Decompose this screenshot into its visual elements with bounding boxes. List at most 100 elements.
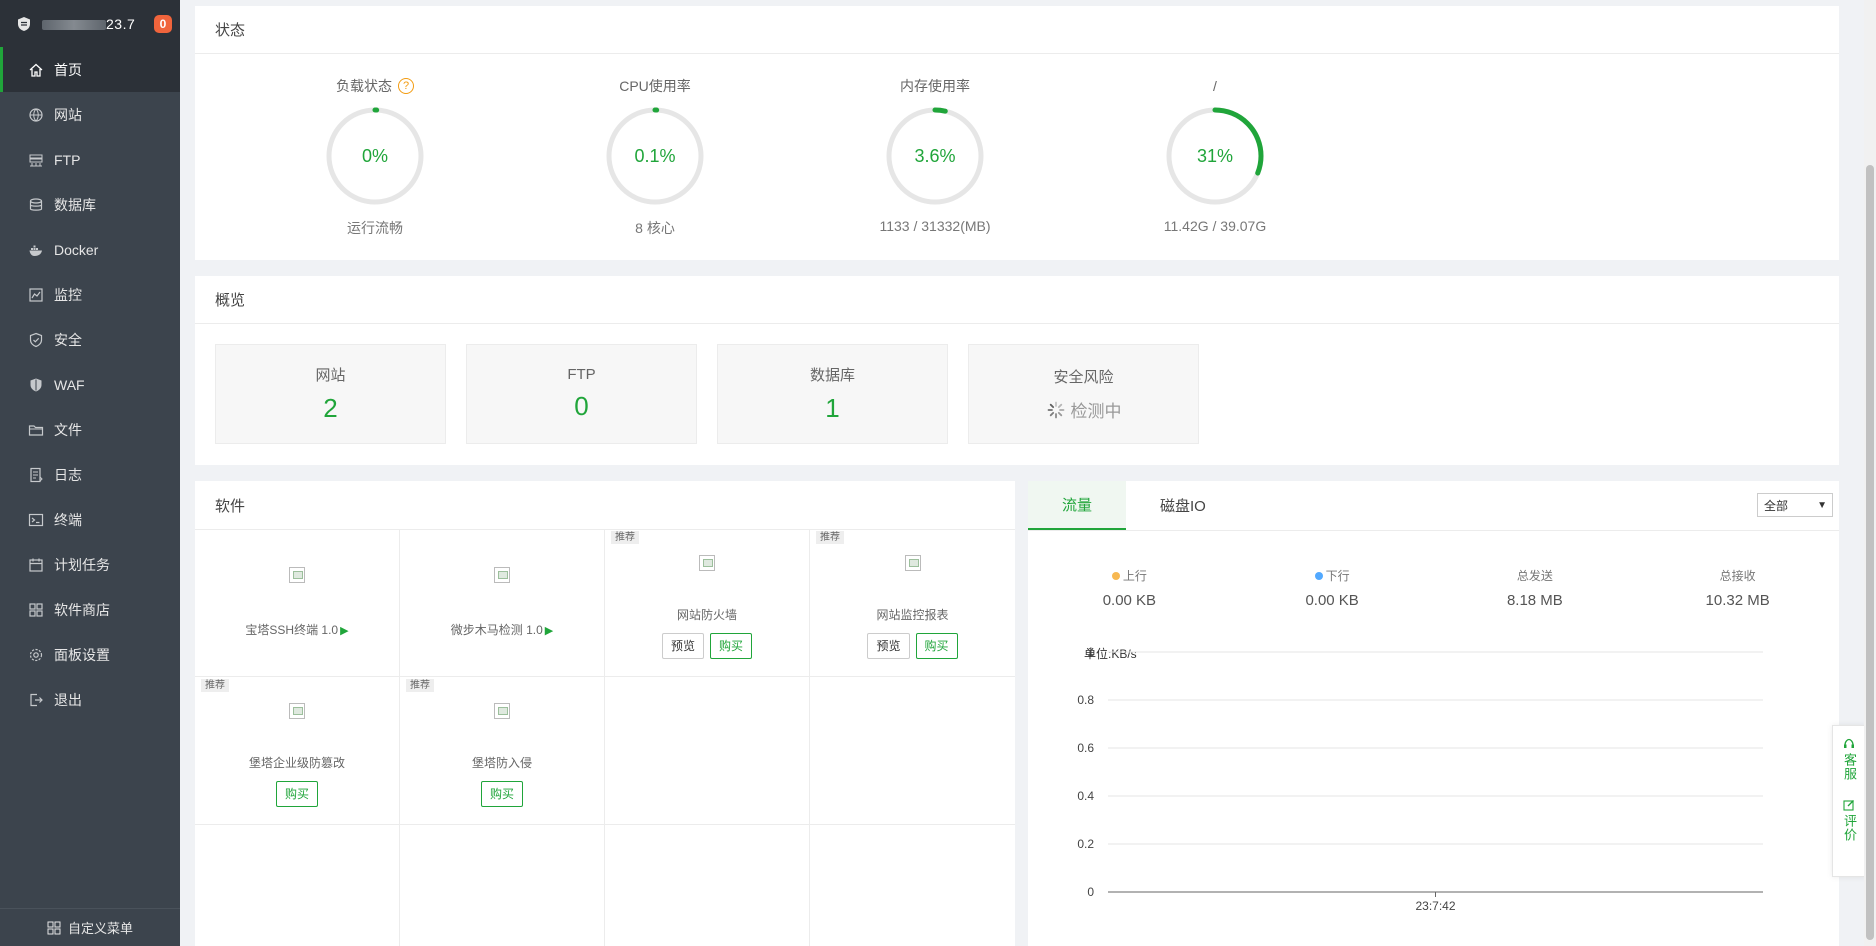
help-icon[interactable]: ? <box>398 78 414 94</box>
play-icon: ▶ <box>544 625 554 637</box>
software-name[interactable]: 网站防火墙 <box>677 606 737 623</box>
gauge-value: 0.1% <box>634 145 676 166</box>
sidebar-item-3[interactable]: 数据库 <box>0 182 180 227</box>
sidebar-item-11[interactable]: 计划任务 <box>0 542 180 587</box>
y-tick-label: 0.4 <box>1077 789 1094 803</box>
recommend-tag: 推荐 <box>201 679 229 692</box>
software-image[interactable] <box>904 555 921 571</box>
float-service-button[interactable]: 客服 <box>1841 738 1857 781</box>
sidebar-item-label: FTP <box>54 151 81 168</box>
logout-icon <box>28 692 44 708</box>
traffic-tabs: 流量 磁盘IO <box>1028 481 1839 531</box>
gauge-ring: 0% <box>321 102 429 210</box>
sidebar-item-13[interactable]: 面板设置 <box>0 632 180 677</box>
software-cell <box>400 825 605 946</box>
overview-card-3[interactable]: 安全风险 检测中 <box>968 344 1199 444</box>
tab-0[interactable]: 流量 <box>1028 481 1127 530</box>
sidebar-item-2[interactable]: FTP <box>0 137 180 182</box>
globe-icon <box>28 107 44 123</box>
software-image[interactable] <box>699 555 715 571</box>
gauge-1[interactable]: CPU使用率 0.1% 8 核心 <box>515 54 795 238</box>
software-image[interactable] <box>494 567 510 583</box>
home-icon <box>28 62 44 78</box>
chevron-down-icon: ▼ <box>1817 500 1827 511</box>
software-cell: 推荐 网站监控报表 预览 购买 <box>810 529 1015 677</box>
software-image[interactable] <box>494 703 510 719</box>
traffic-stat-3: 总接收 10.32 MB <box>1636 567 1839 609</box>
sidebar-item-label: 安全 <box>54 331 82 348</box>
y-tick-label: 0.6 <box>1077 741 1094 755</box>
traffic-panel: 流量 磁盘IO 全部 ▼ 上行 0.00 KB 下行 0.00 KB 总发送 8.18 MB… <box>1028 481 1839 946</box>
preview-button[interactable]: 预览 <box>661 633 704 659</box>
software-title: 软件 <box>195 481 1015 530</box>
waf-shield-icon <box>28 377 44 393</box>
play-icon: ▶ <box>340 625 349 637</box>
sidebar-item-8[interactable]: 文件 <box>0 407 180 452</box>
software-cell <box>810 825 1015 946</box>
terminal-icon <box>28 512 44 528</box>
overview-card-1[interactable]: FTP 0 <box>466 344 697 444</box>
buy-button[interactable]: 购买 <box>275 781 318 807</box>
gauge-value: 3.6% <box>914 145 956 166</box>
sidebar-item-5[interactable]: 监控 <box>0 272 180 317</box>
legend-dot <box>1111 571 1120 580</box>
overview-card-label: 数据库 <box>809 367 855 384</box>
buy-button[interactable]: 购买 <box>710 633 753 659</box>
buy-button[interactable]: 购买 <box>915 633 958 659</box>
sidebar-item-14[interactable]: 退出 <box>0 677 180 722</box>
gauge-sub: 8 核心 <box>635 220 675 236</box>
software-name[interactable]: 微步木马检测 1.0 ▶ <box>451 621 554 638</box>
sidebar-item-label: 数据库 <box>54 196 96 213</box>
overview-card-value: 2 <box>323 393 338 423</box>
overview-card-2[interactable]: 数据库 1 <box>717 344 948 444</box>
software-cell: 宝塔SSH终端 1.0 ▶ <box>195 529 400 677</box>
scrollbar-thumb[interactable] <box>1866 165 1874 940</box>
gear-icon <box>28 647 44 663</box>
traffic-filter-select[interactable]: 全部 ▼ <box>1757 493 1833 517</box>
software-name[interactable]: 堡塔防入侵 <box>472 754 532 771</box>
sidebar-item-12[interactable]: 软件商店 <box>0 587 180 632</box>
custom-menu-button[interactable]: 自定义菜单 <box>0 908 180 946</box>
page-scrollbar[interactable] <box>1864 0 1876 946</box>
software-name[interactable]: 宝塔SSH终端 1.0 ▶ <box>245 621 348 638</box>
overview-card-label: FTP <box>567 366 596 383</box>
software-image[interactable] <box>289 703 305 719</box>
ftp-icon <box>28 152 44 168</box>
traffic-stat-0: 上行 0.00 KB <box>1028 567 1231 609</box>
sidebar-item-0[interactable]: 首页 <box>0 47 180 92</box>
preview-button[interactable]: 预览 <box>867 633 910 659</box>
sidebar-item-7[interactable]: WAF <box>0 362 180 407</box>
gauge-ring: 3.6% <box>881 102 989 210</box>
status-panel: 状态 负载状态? 0% 运行流畅 CPU使用率 0.1% 8 核心 内存使用率 3.6% 113… <box>195 6 1839 260</box>
software-name[interactable]: 堡塔企业级防篡改 <box>249 754 345 771</box>
float-review-button[interactable]: 评价 <box>1841 799 1857 842</box>
sidebar-item-4[interactable]: Docker <box>0 227 180 272</box>
tab-1[interactable]: 磁盘IO <box>1126 481 1240 530</box>
overview-card-0[interactable]: 网站 2 <box>215 344 446 444</box>
overview-title: 概览 <box>195 276 1839 324</box>
sidebar-item-10[interactable]: 终端 <box>0 497 180 542</box>
docker-icon <box>28 242 44 258</box>
software-name[interactable]: 网站监控报表 <box>876 606 948 623</box>
software-image[interactable] <box>289 567 305 583</box>
gauge-3[interactable]: / 31% 11.42G / 39.07G <box>1075 54 1355 238</box>
gauge-value: 0% <box>361 145 388 166</box>
log-icon <box>28 467 44 483</box>
gauge-0[interactable]: 负载状态? 0% 运行流畅 <box>235 54 515 238</box>
legend-dot <box>1314 571 1323 580</box>
traffic-chart: 0 0.2 0.4 0.6 0.8 1 23:7:42 <box>1077 645 1763 913</box>
traffic-stat-value: 0.00 KB <box>1102 592 1157 609</box>
sidebar-item-label: 监控 <box>54 286 82 303</box>
sidebar: 23.7 0 首页 网站 FTP 数据库 Docker 监控 安全 WAF 文件 日志 终端 计划任务… <box>0 0 180 946</box>
software-cell <box>195 825 400 946</box>
gauge-2[interactable]: 内存使用率 3.6% 1133 / 31332(MB) <box>795 54 1075 238</box>
sidebar-item-6[interactable]: 安全 <box>0 317 180 362</box>
buy-button[interactable]: 购买 <box>480 781 523 807</box>
sidebar-item-label: 退出 <box>54 691 82 708</box>
traffic-stat-label: 下行 <box>1231 567 1434 584</box>
sidebar-item-1[interactable]: 网站 <box>0 92 180 137</box>
calendar-icon <box>28 557 44 573</box>
spinner-icon <box>1047 401 1064 418</box>
message-badge[interactable]: 0 <box>154 15 172 33</box>
sidebar-item-9[interactable]: 日志 <box>0 452 180 497</box>
